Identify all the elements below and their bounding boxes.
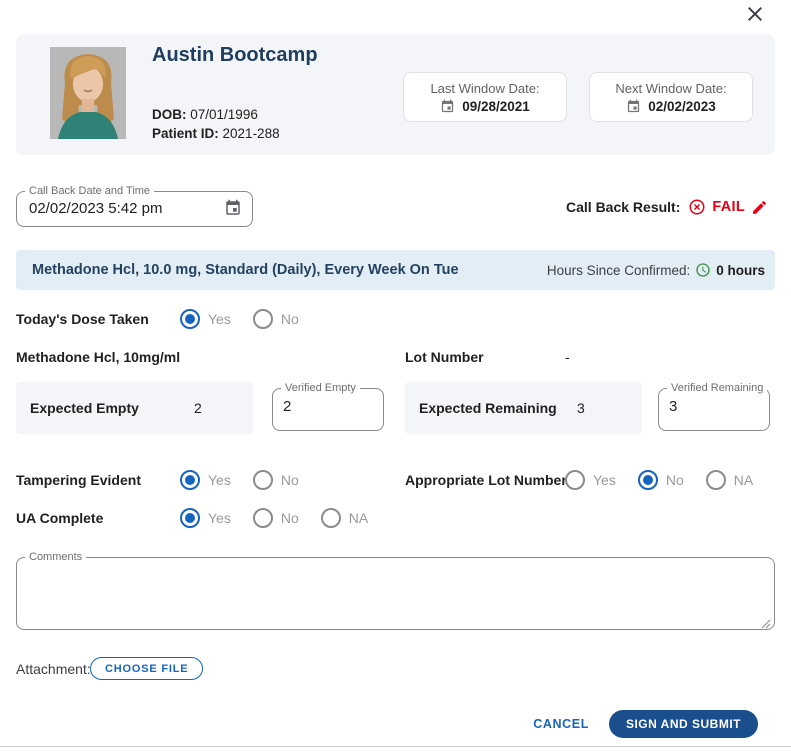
verified-empty-input[interactable]: [283, 398, 373, 415]
callback-result-value: FAIL: [712, 199, 745, 215]
expected-empty-box: Expected Empty 2: [16, 382, 253, 434]
ua-complete-no-radio[interactable]: [252, 508, 273, 528]
callback-datetime-input[interactable]: [29, 199, 224, 217]
last-window-date: 09/28/2021: [462, 98, 530, 114]
verified-remaining-input[interactable]: [669, 398, 759, 415]
expected-remaining-label: Expected Remaining: [419, 400, 557, 416]
dose-taken-no-radio[interactable]: [252, 309, 273, 329]
edit-result-icon[interactable]: [751, 199, 768, 216]
patient-id-value: 2021-288: [222, 126, 280, 141]
comments-label: Comments: [29, 551, 83, 563]
medication-label: Methadone Hcl, 10mg/ml: [16, 349, 181, 365]
lot-number-label: Lot Number: [405, 349, 484, 365]
ua-complete-label: UA Complete: [16, 510, 104, 526]
patient-id-row: Patient ID: 2021-288: [152, 126, 280, 141]
dose-taken-yes-radio[interactable]: [180, 309, 200, 329]
lot-number-value: -: [565, 349, 570, 365]
ua-complete-yes-label: Yes: [208, 510, 231, 526]
appropriate-lot-yes-radio[interactable]: [565, 470, 585, 490]
calendar-icon: [626, 99, 641, 114]
comments-field: Comments: [16, 552, 775, 630]
hours-since-label: Hours Since Confirmed:: [546, 262, 691, 278]
sign-and-submit-button[interactable]: SIGN AND SUBMIT: [608, 710, 758, 738]
hours-since-value: 0 hours: [716, 262, 765, 278]
expected-empty-value: 2: [194, 400, 202, 416]
verified-empty-field: Verified Empty: [272, 383, 384, 431]
appropriate-lot-na-radio[interactable]: [705, 470, 726, 490]
patient-id-label: Patient ID:: [152, 126, 219, 141]
cancel-button[interactable]: CANCEL: [533, 717, 589, 731]
tampering-no-radio[interactable]: [252, 470, 273, 490]
dialog-bottom-edge: [0, 746, 791, 747]
fail-circle-x-icon: [688, 198, 706, 216]
attachment-label: Attachment:: [16, 661, 91, 677]
ua-complete-radio-group: Yes No NA: [180, 506, 368, 530]
expected-remaining-value: 3: [577, 400, 585, 416]
ua-complete-yes-radio[interactable]: [180, 508, 200, 528]
last-window-label: Last Window Date:: [430, 80, 540, 96]
verified-empty-label: Verified Empty: [285, 382, 356, 394]
callback-datetime-label: Call Back Date and Time: [29, 185, 151, 197]
patient-header-card: Austin Bootcamp DOB: 07/01/1996 Patient …: [16, 34, 775, 155]
appropriate-lot-na-label: NA: [733, 472, 754, 488]
callback-dialog: Austin Bootcamp DOB: 07/01/1996 Patient …: [0, 0, 791, 752]
tampering-yes-label: Yes: [208, 472, 231, 488]
dose-summary-text: Methadone Hcl, 10.0 mg, Standard (Daily)…: [32, 262, 459, 278]
next-window-label: Next Window Date:: [615, 80, 727, 96]
calendar-icon: [440, 99, 455, 114]
dose-summary-bar: Methadone Hcl, 10.0 mg, Standard (Daily)…: [16, 250, 775, 290]
patient-name: Austin Bootcamp: [152, 44, 318, 66]
dob-label: DOB:: [152, 107, 187, 122]
appropriate-lot-radio-group: Yes No NA: [565, 468, 753, 492]
ua-complete-na-label: NA: [348, 510, 369, 526]
appropriate-lot-no-label: No: [665, 472, 684, 488]
appropriate-lot-no-radio[interactable]: [637, 470, 658, 490]
footer-actions: CANCEL SIGN AND SUBMIT: [533, 710, 758, 738]
last-window-date-card: Last Window Date: 09/28/2021: [403, 72, 567, 122]
dose-taken-no-label: No: [280, 311, 299, 327]
next-window-date-card: Next Window Date: 02/02/2023: [589, 72, 753, 122]
tampering-label: Tampering Evident: [16, 472, 141, 488]
dose-taken-yes-label: Yes: [208, 311, 231, 327]
callback-datetime-field: Call Back Date and Time: [16, 186, 253, 227]
tampering-radio-group: Yes No: [180, 468, 299, 492]
callback-result-label: Call Back Result:: [566, 199, 681, 215]
tampering-yes-radio[interactable]: [180, 470, 200, 490]
calendar-picker-icon[interactable]: [224, 199, 242, 217]
ua-complete-no-label: No: [280, 510, 299, 526]
verified-remaining-label: Verified Remaining: [671, 382, 764, 394]
ua-complete-na-radio[interactable]: [320, 508, 341, 528]
resize-grip-icon[interactable]: [761, 616, 771, 629]
verified-remaining-field: Verified Remaining: [658, 383, 770, 431]
expected-remaining-box: Expected Remaining 3: [405, 382, 642, 434]
dose-taken-radio-group: Yes No: [180, 307, 299, 331]
patient-photo: [50, 47, 126, 139]
expected-empty-label: Expected Empty: [30, 400, 139, 416]
clock-icon: [695, 262, 711, 278]
tampering-no-label: No: [280, 472, 299, 488]
dose-taken-label: Today's Dose Taken: [16, 311, 149, 327]
appropriate-lot-yes-label: Yes: [593, 472, 616, 488]
close-icon[interactable]: [743, 2, 767, 26]
choose-file-button[interactable]: CHOOSE FILE: [90, 657, 204, 680]
appropriate-lot-label: Appropriate Lot Number: [405, 472, 567, 488]
next-window-date: 02/02/2023: [648, 98, 716, 114]
patient-dob-row: DOB: 07/01/1996: [152, 107, 258, 122]
comments-textarea[interactable]: [17, 563, 774, 615]
callback-result-row: Call Back Result: FAIL: [566, 196, 768, 218]
dob-value: 07/01/1996: [190, 107, 258, 122]
